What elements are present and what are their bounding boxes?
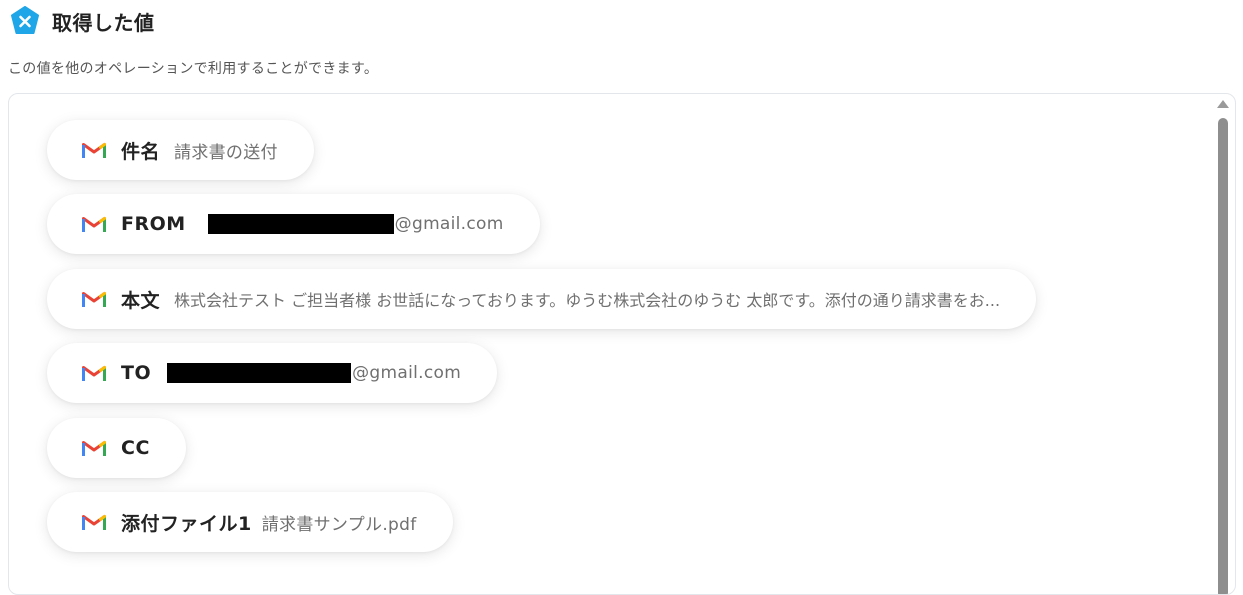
- yoom-logo-icon: [11, 6, 39, 34]
- field-label: TO: [121, 362, 152, 384]
- field-body[interactable]: 本文 株式会社テスト ご担当者様 お世話になっております。ゆうむ株式会社のゆうむ…: [47, 269, 1037, 329]
- scrollbar-thumb[interactable]: [1218, 118, 1228, 594]
- field-label: FROM: [121, 213, 186, 235]
- gmail-icon: [82, 441, 106, 456]
- field-value: @gmail.com: [167, 363, 461, 383]
- gmail-icon: [82, 366, 106, 381]
- field-value: 請求書サンプル.pdf: [261, 514, 417, 535]
- field-from[interactable]: FROM @gmail.com: [47, 194, 540, 254]
- field-value: 請求書の送付: [174, 142, 278, 163]
- field-value: @gmail.com: [207, 214, 504, 234]
- gmail-icon: [82, 217, 106, 232]
- gmail-icon: [82, 515, 106, 530]
- scroll-up-arrow-icon[interactable]: [1217, 100, 1229, 108]
- field-cc[interactable]: CC: [47, 418, 186, 478]
- redaction-bar: [207, 214, 394, 234]
- field-attachment-1[interactable]: 添付ファイル1 請求書サンプル.pdf: [47, 492, 453, 552]
- values-panel: 件名 請求書の送付 FROM @gmail.com 本文 株式会社テスト ご担当…: [8, 93, 1236, 595]
- email-domain: @gmail.com: [394, 214, 504, 234]
- page-description: この値を他のオペレーションで利用することができます。: [8, 61, 379, 77]
- field-label: CC: [121, 437, 150, 459]
- field-to[interactable]: TO @gmail.com: [47, 343, 498, 403]
- header: 取得した値: [10, 6, 155, 36]
- field-label: 添付ファイル1: [121, 512, 252, 535]
- field-subject[interactable]: 件名 請求書の送付: [47, 120, 314, 180]
- scrollbar[interactable]: [1216, 94, 1230, 594]
- field-label: 本文: [121, 289, 161, 312]
- email-domain: @gmail.com: [352, 363, 462, 383]
- redaction-bar: [167, 363, 352, 383]
- gmail-icon: [82, 292, 106, 307]
- gmail-icon: [82, 143, 106, 158]
- field-label: 件名: [121, 140, 161, 163]
- page-title: 取得した値: [52, 10, 155, 35]
- field-value: 株式会社テスト ご担当者様 お世話になっております。ゆうむ株式会社のゆうむ 太郎…: [174, 291, 1001, 310]
